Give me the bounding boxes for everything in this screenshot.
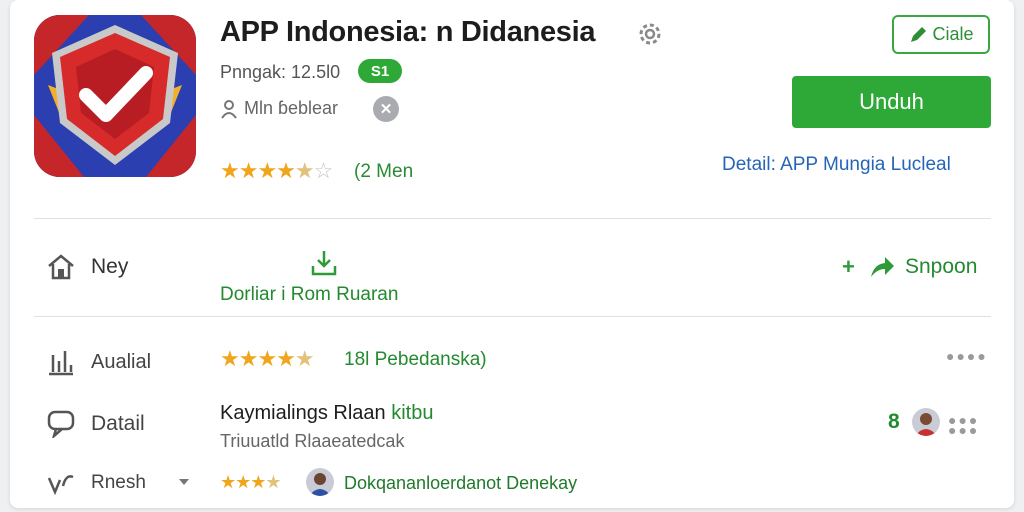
stats-icon	[49, 351, 73, 376]
pencil-icon	[911, 26, 927, 42]
code-icon	[47, 475, 74, 496]
rating-stars: ★★★★★	[220, 346, 315, 371]
rating-count: 18l Pebedanska)	[344, 349, 487, 370]
chevron-down-icon[interactable]	[178, 477, 190, 487]
count-badge: 8	[888, 410, 900, 433]
divider	[34, 218, 991, 219]
list-item-title-text: Kaymialings Rlaan	[220, 402, 386, 424]
app-meta-line2: Mln ɓeblear	[244, 98, 339, 118]
more-icon[interactable]: ●●●●	[946, 348, 988, 364]
share-label[interactable]: Snpoon	[905, 255, 977, 279]
rating-stars: ★★★★★☆	[220, 158, 333, 183]
app-title: APP Indonesia: n Didanesia	[220, 16, 596, 48]
shield-check-icon	[34, 15, 196, 177]
home-icon[interactable]	[46, 252, 76, 282]
app-meta-line1: Pnngak: 12.5l0	[220, 62, 341, 82]
share-arrow-icon[interactable]	[868, 252, 896, 280]
list-item-tag: kitbu	[391, 402, 434, 424]
download-button[interactable]: Unduh	[792, 76, 991, 128]
list-item-title: Kaymialings Rlaan kitbu	[220, 402, 433, 425]
status-text: Dokqananloerdanot Denekay	[344, 473, 578, 493]
avatar[interactable]	[912, 408, 940, 436]
divider	[34, 316, 991, 317]
download-icon[interactable]	[309, 248, 339, 278]
plus-icon[interactable]: +	[842, 254, 855, 280]
home-label[interactable]: Ney	[91, 255, 128, 279]
close-icon[interactable]: ✕	[373, 96, 399, 122]
list-item-subtitle: Triuuatld Rlaaeatedcak	[220, 431, 405, 451]
edit-button[interactable]: Ciale	[892, 15, 990, 54]
list-item-label[interactable]: Aualial	[91, 351, 151, 374]
gear-icon[interactable]	[636, 20, 664, 48]
download-label: Dorliar i Rom Ruaran	[220, 284, 399, 305]
list-item-label[interactable]: Rnesh	[91, 472, 146, 494]
more-icon[interactable]: ●●●	[948, 422, 979, 438]
chat-icon	[47, 410, 75, 438]
avatar[interactable]	[306, 468, 334, 496]
rating-count: (2 Men	[354, 161, 414, 182]
person-icon	[221, 100, 237, 119]
detail-link[interactable]: Detail: APP Mungia Lucleal	[722, 154, 951, 176]
status-badge: S1	[358, 59, 402, 83]
list-item-label[interactable]: Datail	[91, 412, 145, 436]
rating-stars: ★★★★	[220, 472, 282, 492]
app-icon[interactable]	[34, 15, 196, 177]
edit-button-label: Ciale	[932, 24, 974, 44]
